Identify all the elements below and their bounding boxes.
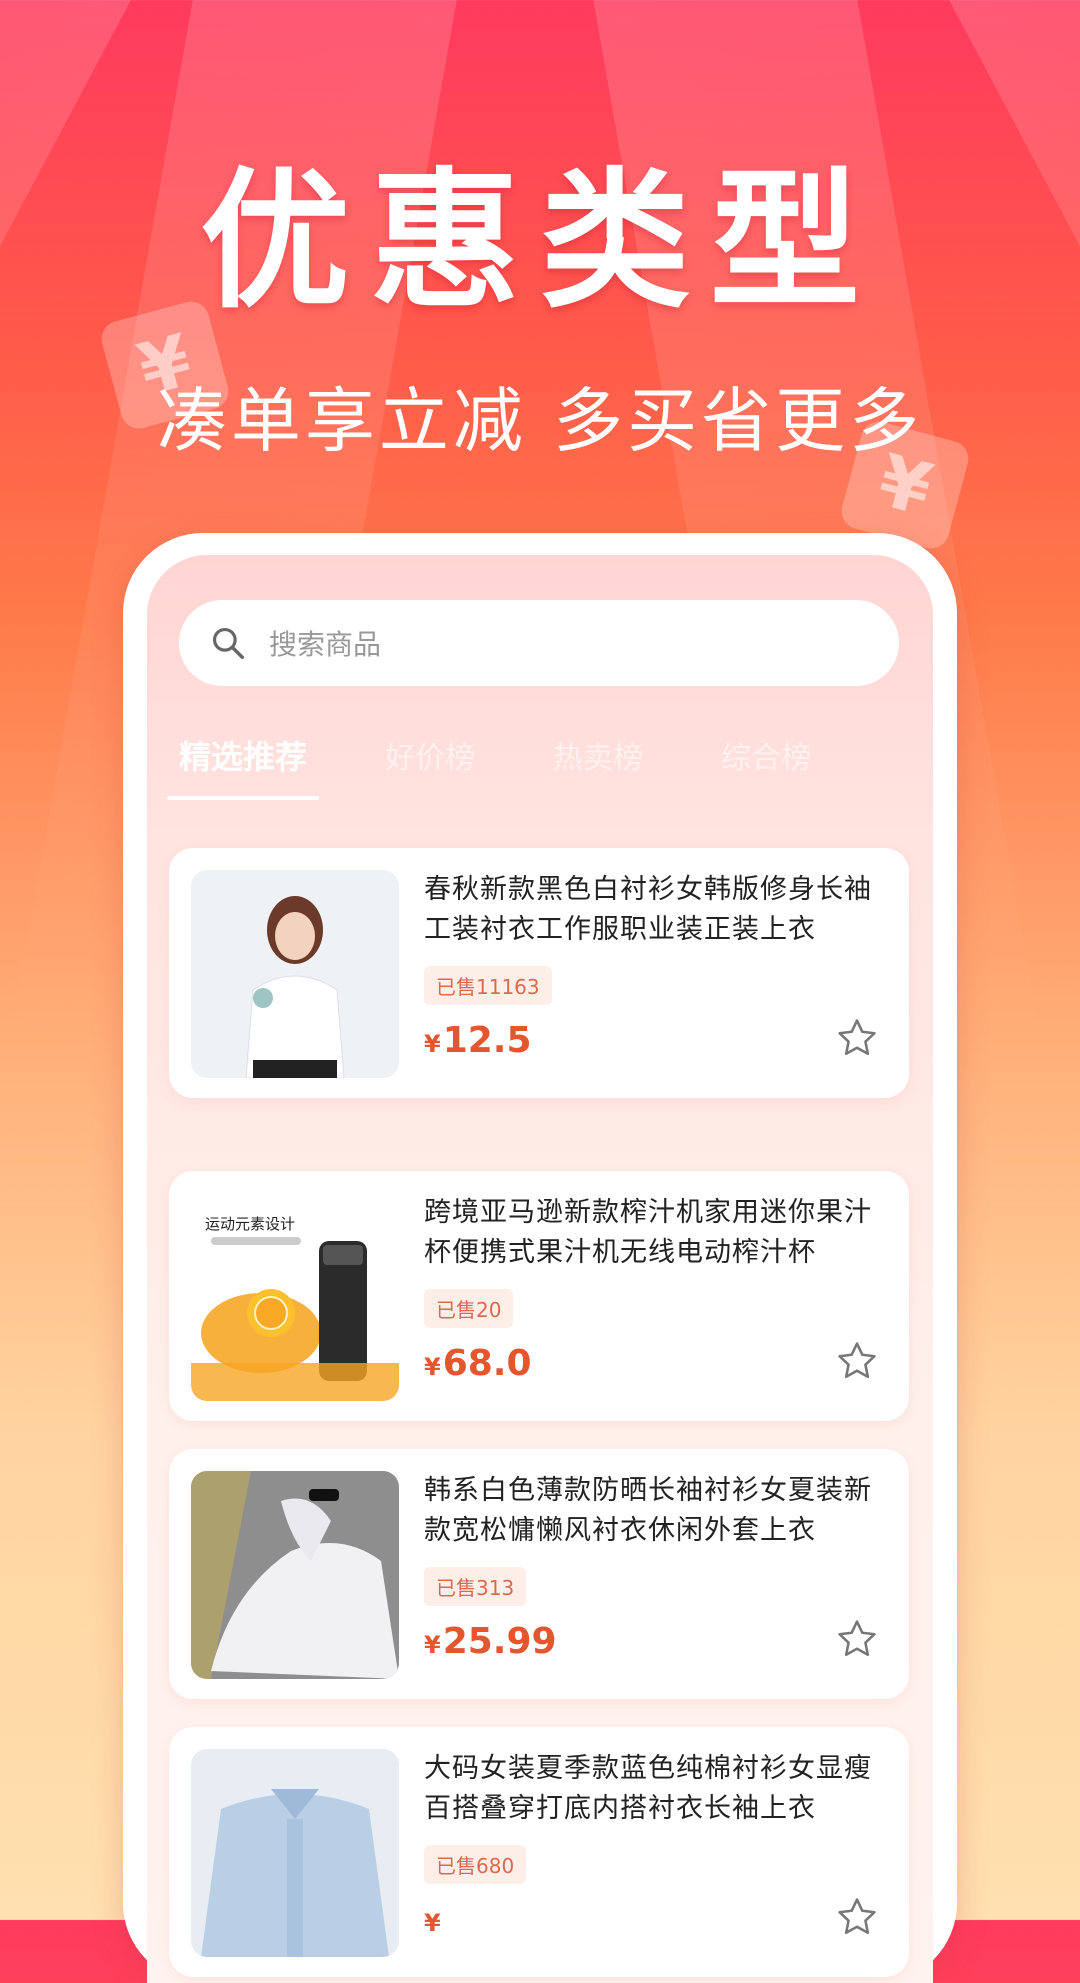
tab-good-price[interactable]: 好价榜 [385,733,475,777]
search-icon [212,627,244,659]
category-tabs: 精选推荐 好价榜 热卖榜 综合榜 [166,715,901,800]
promo-headline: 优惠类型 [199,155,880,329]
product-title: 大码女装夏季款蓝色纯棉衬衫女显瘦百搭叠穿打底内搭衬衣长袖上衣 [424,1753,872,1824]
tab-featured[interactable]: 精选推荐 [166,732,320,800]
product-image: 运动元素设计 [191,1193,399,1401]
tab-overall[interactable]: 综合榜 [721,733,811,777]
product-image [191,1471,399,1679]
sold-count-badge: 已售20 [424,1289,514,1328]
product-price: ¥12.5 [424,1020,532,1061]
product-card[interactable]: 大码女装夏季款蓝色纯棉衬衫女显瘦百搭叠穿打底内搭衬衣长袖上衣 已售680 ¥ [169,1727,909,1977]
favorite-star-icon[interactable] [835,1617,879,1661]
promo-subline: 凑单享立减 多买省更多 [156,380,924,462]
phone-frame: 搜索商品 精选推荐 好价榜 热卖榜 综合榜 春秋新款黑色白衬衫女韩版修身长袖工装… [123,533,957,1983]
favorite-star-icon[interactable] [835,1339,879,1383]
product-title: 韩系白色薄款防晒长袖衬衫女夏装新款宽松慵懒风衬衣休闲外套上衣 [424,1475,872,1546]
favorite-star-icon[interactable] [835,1895,879,1939]
sold-count-badge: 已售11163 [424,966,552,1005]
product-card[interactable]: 运动元素设计 跨境亚马逊新款榨汁机家用迷你果汁杯便携式果汁机无线电动榨汁杯 已售… [169,1171,909,1421]
product-title: 跨境亚马逊新款榨汁机家用迷你果汁杯便携式果汁机无线电动榨汁杯 [424,1197,872,1268]
search-bar[interactable]: 搜索商品 [179,600,899,686]
product-title: 春秋新款黑色白衬衫女韩版修身长袖工装衬衣工作服职业装正装上衣 [424,874,872,945]
product-image [191,1749,399,1957]
product-price: ¥68.0 [424,1343,532,1384]
product-image-text: 运动元素设计 [205,1215,295,1233]
product-price: ¥25.99 [424,1621,557,1662]
favorite-star-icon[interactable] [835,1016,879,1060]
product-card[interactable]: 韩系白色薄款防晒长袖衬衫女夏装新款宽松慵懒风衬衣休闲外套上衣 已售313 ¥25… [169,1449,909,1699]
product-image [191,870,399,1078]
sold-count-badge: 已售680 [424,1845,527,1884]
tab-hot-sale[interactable]: 热卖榜 [553,733,643,777]
sold-count-badge: 已售313 [424,1567,527,1606]
product-card[interactable]: 春秋新款黑色白衬衫女韩版修身长袖工装衬衣工作服职业装正装上衣 已售11163 ¥… [169,848,909,1098]
search-placeholder: 搜索商品 [269,628,382,661]
app-screen: 搜索商品 精选推荐 好价榜 热卖榜 综合榜 春秋新款黑色白衬衫女韩版修身长袖工装… [147,555,933,1983]
